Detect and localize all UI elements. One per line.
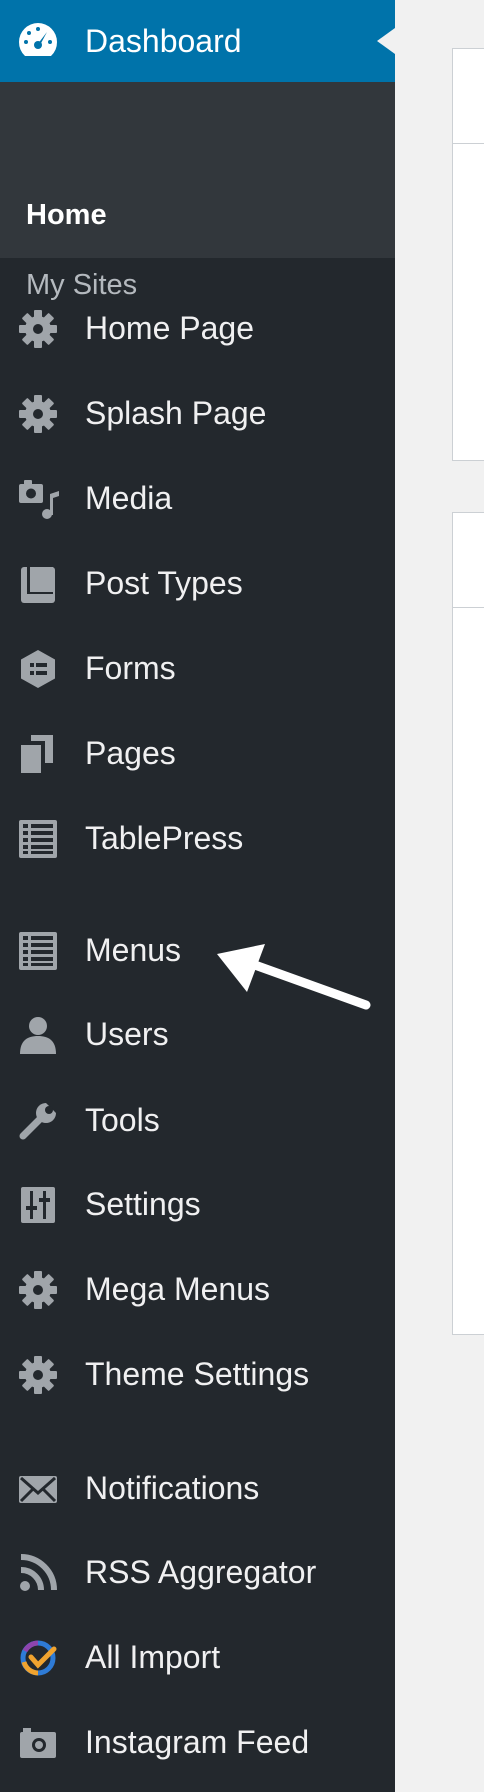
card-divider: [453, 607, 484, 608]
pages-icon: [17, 733, 59, 775]
menu-label: Users: [85, 1016, 169, 1052]
gear-icon: [17, 1269, 59, 1311]
sliders-icon: [17, 1184, 59, 1226]
menu-label: Pages: [85, 735, 176, 771]
menu-label: Splash Page: [85, 395, 267, 431]
wrench-icon: [17, 1100, 59, 1142]
envelope-icon: [17, 1468, 59, 1510]
forms-icon: [17, 648, 59, 690]
menu-item-post-types[interactable]: Post Types: [0, 543, 395, 623]
menu-label: Notifications: [85, 1470, 260, 1506]
menu-label: Forms: [85, 650, 176, 686]
menu-label: Mega Menus: [85, 1271, 270, 1307]
dashboard-submenu: Home My Sites: [0, 82, 395, 301]
menu-label: Tools: [85, 1102, 160, 1138]
user-icon: [17, 1014, 59, 1056]
gear-icon: [17, 308, 59, 350]
submenu-item-home[interactable]: Home: [26, 199, 107, 232]
menu-item-pages[interactable]: Pages: [0, 713, 395, 793]
book-icon: [17, 563, 59, 605]
admin-sidebar: Dashboard Home My Sites Home Page Splash…: [0, 0, 395, 1792]
menu-item-tools[interactable]: Tools: [0, 1080, 395, 1160]
menu-label: Menus: [85, 932, 182, 968]
menu-item-dashboard[interactable]: Dashboard: [0, 0, 395, 82]
media-icon: [17, 478, 59, 520]
menu-item-forms[interactable]: Forms: [0, 628, 395, 708]
card-divider: [453, 143, 484, 144]
content-card: [452, 48, 484, 461]
menu-label: RSS Aggregator: [85, 1554, 317, 1590]
dashboard-gauge-icon: [16, 19, 60, 63]
current-indicator: [377, 28, 395, 54]
menu-item-notifications[interactable]: Notifications: [0, 1448, 395, 1528]
menu-item-all-import[interactable]: All Import: [0, 1617, 395, 1697]
list-icon: [17, 930, 59, 972]
menu-label: Home Page: [85, 310, 254, 346]
menu-label: Instagram Feed: [85, 1724, 310, 1760]
table-list-icon: [17, 818, 59, 860]
rss-icon: [17, 1552, 59, 1594]
menu-label: Media: [85, 480, 173, 516]
menu-label: Theme Settings: [85, 1356, 310, 1392]
menu-label-dashboard: Dashboard: [85, 23, 242, 59]
gear-icon: [17, 1354, 59, 1396]
menu-item-rss-aggregator[interactable]: RSS Aggregator: [0, 1532, 395, 1612]
menu-label: Post Types: [85, 565, 243, 601]
annotation-arrow-icon: [217, 944, 371, 1010]
all-import-icon: [17, 1637, 59, 1679]
menu-label: Settings: [85, 1186, 201, 1222]
camera-icon: [17, 1722, 59, 1764]
menu-item-instagram-feed[interactable]: Instagram Feed: [0, 1702, 395, 1782]
gear-icon: [17, 393, 59, 435]
menu-item-media[interactable]: Media: [0, 458, 395, 538]
menu-item-tablepress[interactable]: TablePress: [0, 798, 395, 878]
menu-item-settings[interactable]: Settings: [0, 1164, 395, 1244]
menu-item-splash-page[interactable]: Splash Page: [0, 373, 395, 453]
content-card: [452, 512, 484, 1335]
menu-item-home-page[interactable]: Home Page: [0, 288, 395, 368]
menu-label: All Import: [85, 1639, 221, 1675]
menu-item-mega-menus[interactable]: Mega Menus: [0, 1249, 395, 1329]
menu-label: TablePress: [85, 820, 244, 856]
menu-item-theme-settings[interactable]: Theme Settings: [0, 1334, 395, 1414]
